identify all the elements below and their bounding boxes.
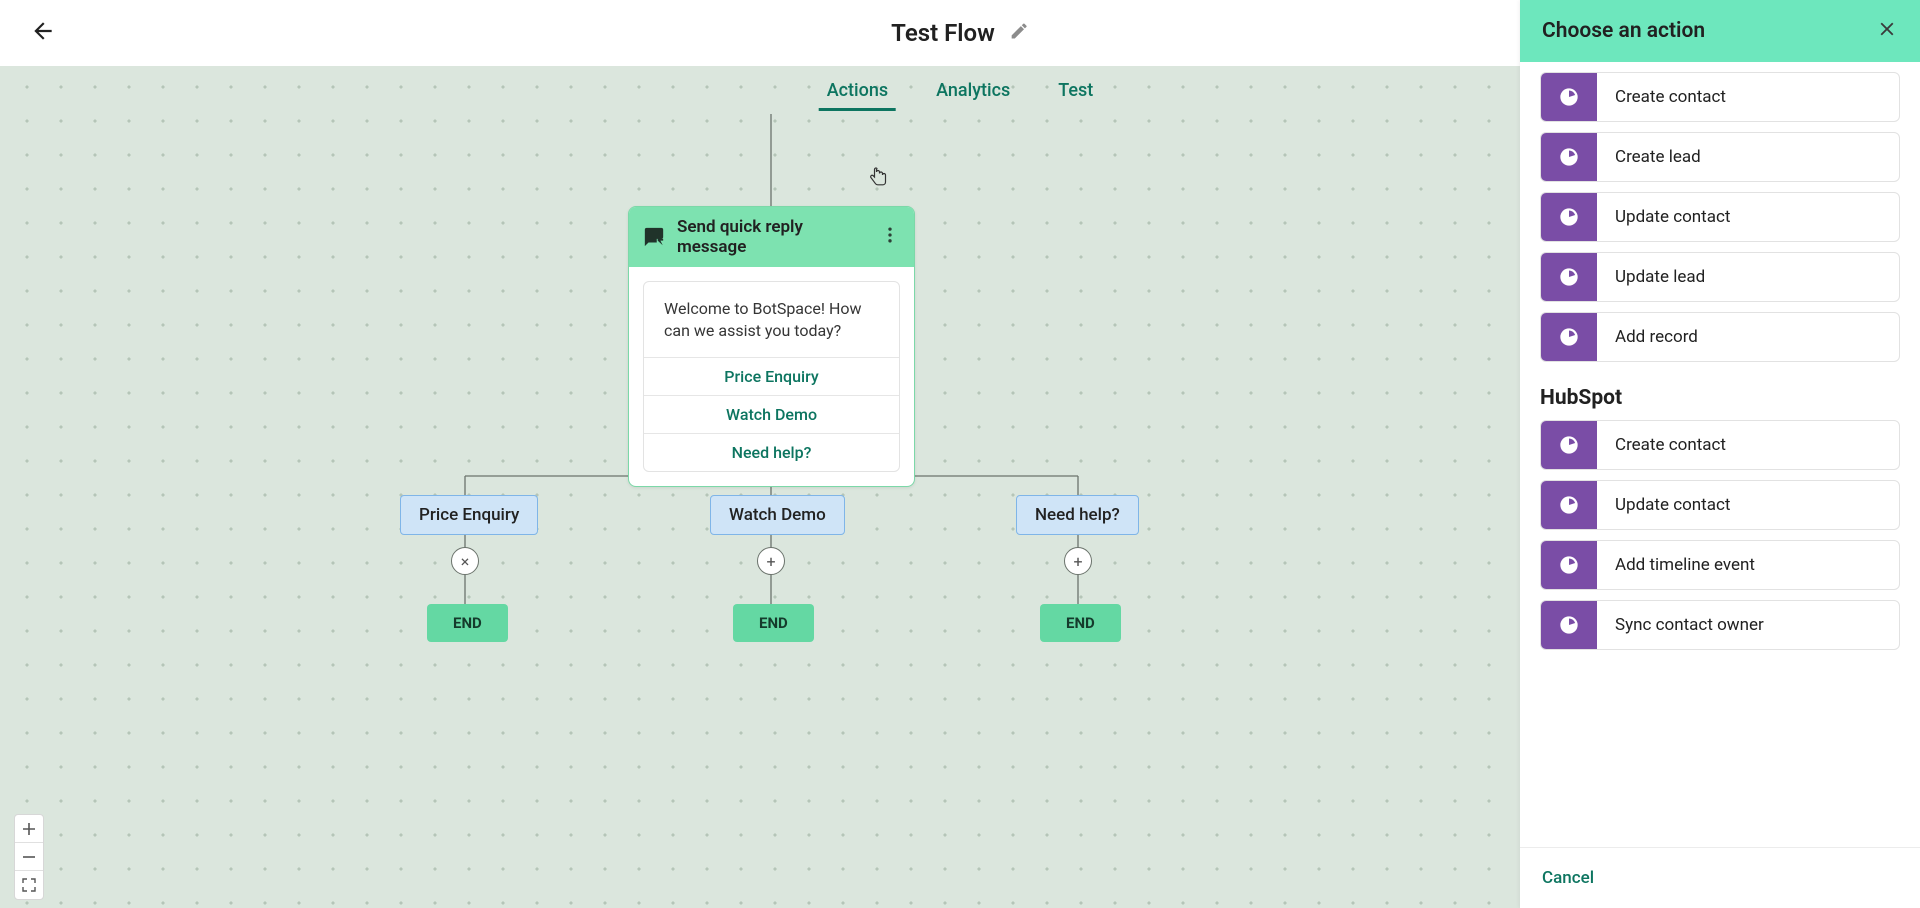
gauge-icon [1556, 552, 1582, 578]
gauge-icon [1556, 432, 1582, 458]
zoom-controls [14, 814, 44, 900]
close-icon [1876, 18, 1898, 40]
action-label: Update contact [1597, 193, 1899, 241]
action-update-lead[interactable]: Update lead [1540, 252, 1900, 302]
panel-header: Choose an action [1520, 0, 1920, 62]
action-create-contact[interactable]: Create contact [1540, 72, 1900, 122]
fullscreen-icon [22, 878, 36, 892]
back-button[interactable] [24, 12, 62, 54]
end-node-demo[interactable]: END [733, 604, 814, 642]
edit-title-button[interactable] [1009, 21, 1029, 45]
cursor-hand-icon [870, 166, 888, 188]
action-add-record[interactable]: Add record [1540, 312, 1900, 362]
action-label: Add timeline event [1597, 541, 1899, 589]
action-hubspot-create-contact[interactable]: Create contact [1540, 420, 1900, 470]
action-label: Update contact [1597, 481, 1899, 529]
preview-message-text: Welcome to BotSpace! How can we assist y… [644, 282, 899, 358]
preview-option-help[interactable]: Need help? [644, 434, 899, 471]
pencil-icon [1009, 21, 1029, 41]
page-title: Test Flow [891, 19, 995, 47]
gauge-icon [1556, 204, 1582, 230]
quick-reply-icon [643, 226, 665, 248]
end-node-price[interactable]: END [427, 604, 508, 642]
zoom-in-button[interactable] [15, 815, 43, 843]
tab-test[interactable]: Test [1058, 80, 1093, 109]
gauge-icon [1556, 144, 1582, 170]
cancel-button[interactable]: Cancel [1542, 868, 1594, 888]
zoom-fit-button[interactable] [15, 871, 43, 899]
action-update-contact[interactable]: Update contact [1540, 192, 1900, 242]
section-title-hubspot: HubSpot [1540, 386, 1900, 410]
end-node-help[interactable]: END [1040, 604, 1121, 642]
gauge-icon [1556, 324, 1582, 350]
canvas-tabs: Actions Analytics Test [827, 80, 1094, 109]
branch-delete-button[interactable]: × [451, 547, 479, 575]
plus-icon [22, 822, 36, 836]
action-picker-panel: Choose an action Create contact Create l… [1520, 0, 1920, 908]
action-label: Add record [1597, 313, 1899, 361]
gauge-icon [1556, 84, 1582, 110]
panel-title: Choose an action [1542, 19, 1705, 43]
action-label: Update lead [1597, 253, 1899, 301]
node-body: Welcome to BotSpace! How can we assist y… [629, 267, 914, 486]
zoom-out-button[interactable] [15, 843, 43, 871]
branch-add-button-help[interactable]: + [1064, 547, 1092, 575]
action-label: Create contact [1597, 73, 1899, 121]
preview-option-demo[interactable]: Watch Demo [644, 396, 899, 434]
minus-icon [22, 850, 36, 864]
branch-chip-help[interactable]: Need help? [1016, 495, 1139, 535]
message-preview: Welcome to BotSpace! How can we assist y… [643, 281, 900, 472]
action-label: Sync contact owner [1597, 601, 1899, 649]
node-header: Send quick reply message [629, 207, 914, 267]
node-title: Send quick reply message [677, 217, 868, 257]
panel-close-button[interactable] [1876, 18, 1898, 44]
action-label: Create contact [1597, 421, 1899, 469]
preview-option-price[interactable]: Price Enquiry [644, 358, 899, 396]
panel-footer: Cancel [1520, 847, 1920, 908]
action-hubspot-update-contact[interactable]: Update contact [1540, 480, 1900, 530]
action-hubspot-sync-contact-owner[interactable]: Sync contact owner [1540, 600, 1900, 650]
panel-scroll-area[interactable]: Create contact Create lead Update contac… [1520, 62, 1920, 847]
node-menu-button[interactable] [880, 225, 900, 249]
action-hubspot-add-timeline-event[interactable]: Add timeline event [1540, 540, 1900, 590]
branch-chip-demo[interactable]: Watch Demo [710, 495, 845, 535]
action-label: Create lead [1597, 133, 1899, 181]
gauge-icon [1556, 492, 1582, 518]
branch-chip-price[interactable]: Price Enquiry [400, 495, 538, 535]
arrow-left-icon [30, 18, 56, 44]
branch-add-button-demo[interactable]: + [757, 547, 785, 575]
action-create-lead[interactable]: Create lead [1540, 132, 1900, 182]
gauge-icon [1556, 264, 1582, 290]
gauge-icon [1556, 612, 1582, 638]
tab-actions[interactable]: Actions [827, 80, 888, 109]
kebab-menu-icon [880, 225, 900, 245]
flow-node-quick-reply[interactable]: Send quick reply message Welcome to BotS… [628, 206, 915, 487]
tab-analytics[interactable]: Analytics [936, 80, 1010, 109]
